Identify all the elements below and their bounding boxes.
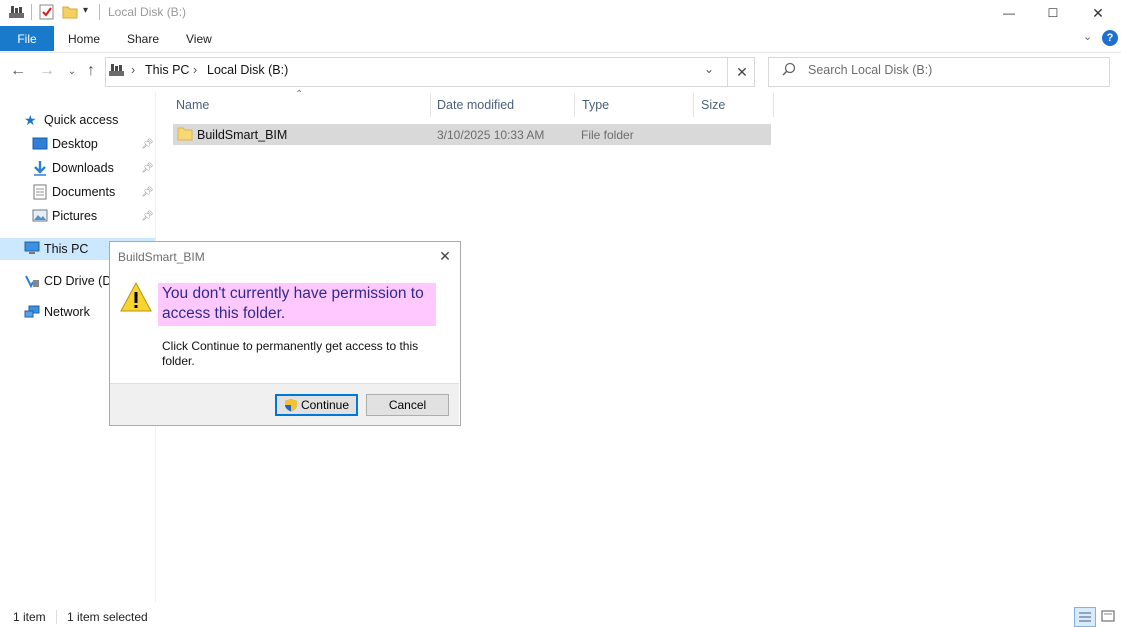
divider — [99, 4, 100, 20]
cd-drive-icon — [24, 273, 40, 292]
sidebar-item-cd-drive[interactable]: CD Drive (D: — [44, 271, 115, 291]
file-type: File folder — [581, 128, 634, 142]
breadcrumb-local-disk[interactable]: Local Disk (B:) — [207, 63, 288, 77]
column-separator[interactable] — [693, 93, 694, 117]
status-selected: 1 item selected — [67, 610, 148, 624]
warning-icon — [119, 281, 153, 316]
window-title: Local Disk (B:) — [108, 5, 187, 19]
pictures-icon — [32, 209, 48, 226]
status-item-count: 1 item — [13, 610, 46, 624]
search-icon — [782, 62, 796, 79]
tab-share[interactable]: Share — [127, 26, 159, 51]
dialog-main-instruction: You don't currently have permission to a… — [162, 285, 424, 322]
expand-ribbon-icon[interactable]: ⌄ — [1083, 30, 1092, 43]
pin-icon[interactable]: 📌︎ — [141, 211, 154, 222]
column-name[interactable]: Name — [176, 98, 209, 112]
dialog-content-text: Click Continue to permanently get access… — [162, 339, 419, 368]
sidebar-item-quick-access[interactable]: Quick access — [44, 110, 118, 130]
network-icon — [24, 305, 40, 322]
drive-icon — [108, 62, 126, 81]
new-folder-icon[interactable] — [62, 4, 78, 23]
star-icon: ★ — [24, 112, 37, 128]
column-separator[interactable] — [773, 93, 774, 117]
sidebar-item-this-pc[interactable]: This PC — [44, 239, 88, 259]
tab-home[interactable]: Home — [68, 26, 100, 51]
sidebar-item-pictures[interactable]: Pictures — [52, 206, 97, 226]
tab-view[interactable]: View — [186, 26, 212, 51]
folder-icon — [177, 127, 193, 144]
continue-label: Continue — [300, 398, 350, 412]
large-icons-view-icon[interactable] — [1099, 608, 1117, 624]
column-date-modified[interactable]: Date modified — [437, 98, 514, 112]
maximize-button[interactable]: ☐ — [1030, 0, 1076, 26]
address-bar[interactable] — [105, 57, 755, 87]
tab-file[interactable]: File — [0, 26, 54, 51]
clear-address-icon[interactable]: ✕ — [727, 57, 756, 87]
drive-icon — [8, 3, 26, 24]
cancel-button[interactable]: Cancel — [366, 394, 449, 416]
pin-icon[interactable]: 📌︎ — [141, 163, 154, 174]
file-name[interactable]: BuildSmart_BIM — [197, 128, 287, 142]
address-dropdown-icon[interactable]: ⌄ — [704, 62, 714, 76]
pin-icon[interactable]: 📌︎ — [141, 187, 154, 198]
desktop-icon — [32, 137, 48, 154]
breadcrumb-separator: › — [193, 63, 198, 77]
pin-icon[interactable]: 📌︎ — [141, 139, 154, 150]
downloads-icon — [32, 160, 48, 179]
help-icon[interactable]: ? — [1102, 30, 1118, 46]
column-type[interactable]: Type — [582, 98, 609, 112]
customize-quick-access-icon[interactable]: ▾ — [83, 5, 88, 16]
documents-icon — [33, 184, 47, 203]
dialog-close-button[interactable]: ✕ — [437, 248, 453, 264]
uac-shield-icon — [284, 398, 298, 412]
file-date: 3/10/2025 10:33 AM — [437, 128, 545, 142]
up-button[interactable]: ↑ — [81, 61, 101, 81]
details-view-icon[interactable] — [1074, 607, 1096, 627]
breadcrumb-separator: › — [131, 63, 136, 77]
computer-icon — [24, 241, 40, 259]
back-button[interactable]: ← — [8, 61, 28, 81]
column-separator[interactable] — [430, 93, 431, 117]
search-input[interactable]: Search Local Disk (B:) — [808, 63, 932, 77]
sidebar-item-documents[interactable]: Documents — [52, 182, 115, 202]
divider — [56, 610, 57, 624]
ribbon — [0, 26, 1121, 53]
close-button[interactable]: ✕ — [1075, 0, 1121, 26]
forward-button[interactable]: → — [37, 61, 57, 81]
minimize-button[interactable]: — — [986, 0, 1032, 26]
breadcrumb-this-pc[interactable]: This PC — [145, 63, 189, 77]
column-size[interactable]: Size — [701, 98, 725, 112]
dialog-title: BuildSmart_BIM — [118, 250, 205, 264]
divider — [31, 4, 32, 20]
column-separator[interactable] — [574, 93, 575, 117]
sort-ascending-icon: ⌃ — [295, 89, 304, 100]
recent-locations-icon[interactable]: ⌄ — [62, 61, 82, 81]
sidebar-item-downloads[interactable]: Downloads — [52, 158, 114, 178]
sidebar-item-desktop[interactable]: Desktop — [52, 134, 98, 154]
properties-icon[interactable] — [39, 3, 55, 24]
sidebar-item-network[interactable]: Network — [44, 302, 90, 322]
continue-button[interactable]: Continue — [275, 394, 358, 416]
